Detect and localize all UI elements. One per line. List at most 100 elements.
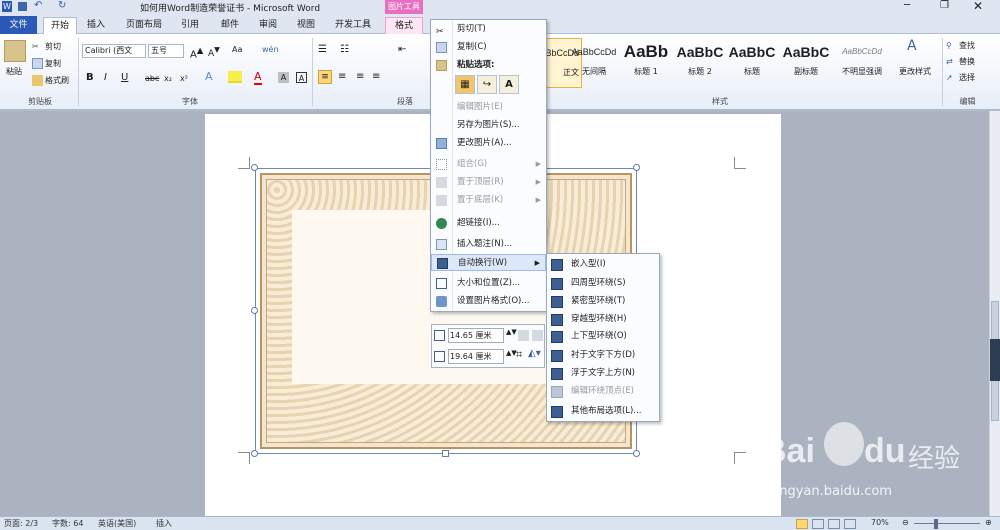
style-subtle-emphasis[interactable]: AaBbCcDd 不明显强调	[834, 38, 890, 88]
font-name-combo[interactable]: Calibri (西文	[82, 44, 146, 58]
cut-button[interactable]: ✂ 剪切	[32, 41, 61, 53]
tab-view[interactable]: 视图	[290, 17, 322, 34]
word-count[interactable]: 字数: 64	[52, 518, 83, 529]
menu-change-picture[interactable]: 更改图片(A)...	[431, 135, 546, 152]
font-color-button[interactable]: A	[254, 71, 262, 85]
language-indicator[interactable]: 英语(美国)	[98, 518, 136, 529]
tab-mailings[interactable]: 邮件	[214, 17, 246, 34]
tab-file[interactable]: 文件	[0, 16, 37, 34]
wrap-through[interactable]: 穿越型环绕(H)	[547, 311, 659, 328]
align-center-button[interactable]: ≡	[338, 71, 346, 83]
minimize-icon[interactable]: ─	[904, 0, 910, 11]
wrap-in-front[interactable]: 浮于文字上方(N)	[547, 365, 659, 382]
bold-button[interactable]: B	[86, 72, 94, 84]
superscript-button[interactable]: x²	[180, 73, 188, 85]
paste-button[interactable]: 粘贴	[6, 66, 22, 78]
char-border-button[interactable]: A	[296, 72, 307, 83]
zoom-out-icon[interactable]: ⊖	[902, 518, 909, 527]
wrap-square[interactable]: 四周型环绕(S)	[547, 275, 659, 292]
text-effects-button[interactable]: A	[205, 71, 213, 83]
close-icon[interactable]: ✕	[973, 0, 983, 13]
change-case-button[interactable]: Aa	[232, 44, 242, 56]
width-spinner[interactable]: 19.64 厘米	[448, 349, 504, 364]
style-title[interactable]: AaBbC 标题	[726, 38, 778, 88]
menu-hyperlink[interactable]: 超链接(I)...	[431, 215, 546, 232]
find-button[interactable]: ⚲ 查找	[946, 40, 975, 52]
web-layout-icon[interactable]	[828, 519, 840, 529]
tab-review[interactable]: 审阅	[252, 17, 284, 34]
numbering-button[interactable]: ☷	[340, 44, 349, 56]
italic-button[interactable]: I	[104, 72, 107, 84]
resize-handle[interactable]	[251, 450, 258, 457]
menu-cut[interactable]: ✂ 剪切(T)	[431, 21, 546, 38]
zoom-level[interactable]: 70%	[871, 518, 889, 527]
zoom-thumb[interactable]	[934, 519, 938, 529]
resize-handle[interactable]	[251, 164, 258, 171]
grow-font-button[interactable]: A▲	[190, 44, 203, 61]
paste-keep-source-icon[interactable]: ▦	[455, 75, 475, 94]
zoom-slider[interactable]	[914, 523, 980, 524]
wrap-inline[interactable]: 嵌入型(I)	[547, 256, 659, 273]
save-icon[interactable]	[18, 2, 27, 11]
resize-handle[interactable]	[633, 450, 640, 457]
crop-icon[interactable]: ⌗	[516, 348, 522, 362]
height-spinner[interactable]: 14.65 厘米	[448, 328, 504, 343]
tab-page-layout[interactable]: 页面布局	[118, 17, 170, 34]
style-heading-1[interactable]: AaBb 标题 1	[620, 38, 672, 88]
subscript-button[interactable]: x₂	[164, 73, 172, 85]
copy-button[interactable]: 复制	[32, 58, 61, 70]
spin-arrows-icon[interactable]: ▲▼	[506, 328, 517, 336]
zoom-in-icon[interactable]: ⊕	[985, 518, 992, 527]
resize-handle[interactable]	[251, 307, 258, 314]
menu-insert-caption[interactable]: 插入题注(N)...	[431, 236, 546, 253]
restore-icon[interactable]: ❐	[940, 0, 949, 11]
style-heading-2[interactable]: AaBbC 标题 2	[674, 38, 726, 88]
page-indicator[interactable]: 页面: 2/3	[4, 518, 38, 529]
underline-button[interactable]: U	[121, 72, 128, 84]
resize-handle[interactable]	[633, 164, 640, 171]
change-styles-button[interactable]: 更改样式	[899, 66, 931, 78]
insert-mode[interactable]: 插入	[156, 518, 172, 529]
redo-icon[interactable]: ↻	[58, 0, 66, 11]
undo-icon[interactable]: ↶	[34, 0, 42, 11]
justify-button[interactable]: ≡	[372, 71, 380, 83]
full-screen-icon[interactable]	[812, 519, 824, 529]
wrap-tight[interactable]: 紧密型环绕(T)	[547, 293, 659, 310]
bullets-button[interactable]: ☰	[318, 44, 327, 56]
paste-icon[interactable]	[4, 40, 26, 62]
tab-insert[interactable]: 插入	[80, 17, 112, 34]
replace-button[interactable]: ⇄ 替换	[946, 56, 975, 68]
print-layout-icon[interactable]	[796, 519, 808, 529]
style-subtitle[interactable]: AaBbC 副标题	[780, 38, 832, 88]
phonetic-icon[interactable]: wén	[262, 44, 279, 56]
tab-references[interactable]: 引用	[175, 17, 205, 34]
tab-format[interactable]: 格式	[385, 17, 423, 34]
paste-merge-icon[interactable]: ↪	[477, 75, 497, 94]
wrap-more-options[interactable]: 其他布局选项(L)...	[547, 403, 659, 420]
menu-format-picture[interactable]: 设置图片格式(O)...	[431, 293, 546, 310]
resize-handle[interactable]	[442, 450, 449, 457]
shrink-font-button[interactable]: A▼	[208, 44, 220, 60]
char-shading-button[interactable]: A	[278, 72, 289, 83]
strikethrough-button[interactable]: abc	[145, 73, 159, 85]
menu-save-as-picture[interactable]: 另存为图片(S)...	[431, 117, 546, 134]
style-no-spacing[interactable]: AaBbCcDd 无间隔	[568, 38, 620, 88]
highlight-button[interactable]	[228, 71, 242, 83]
wrap-top-bottom[interactable]: 上下型环绕(O)	[547, 328, 659, 345]
tab-developer[interactable]: 开发工具	[330, 17, 376, 34]
align-right-button[interactable]: ≡	[356, 71, 364, 83]
wrap-behind-text[interactable]: 衬于文字下方(D)	[547, 347, 659, 364]
menu-wrap-text[interactable]: 自动换行(W) ▶	[431, 254, 546, 271]
menu-size-position[interactable]: 大小和位置(Z)...	[431, 275, 546, 292]
outline-icon[interactable]	[844, 519, 856, 529]
picture-styles-icon[interactable]: ◭▾	[528, 348, 541, 359]
select-button[interactable]: ➚ 选择	[946, 72, 975, 84]
font-size-combo[interactable]: 五号	[148, 44, 184, 58]
decrease-indent-button[interactable]: ⇤	[398, 44, 406, 56]
change-styles-icon[interactable]: A	[907, 39, 917, 53]
tab-home[interactable]: 开始	[43, 17, 77, 34]
menu-copy[interactable]: 复制(C)	[431, 39, 546, 56]
format-painter-button[interactable]: 格式刷	[32, 75, 69, 87]
paste-text-only-icon[interactable]: A	[499, 75, 519, 94]
align-left-button[interactable]: ≡	[318, 70, 332, 84]
